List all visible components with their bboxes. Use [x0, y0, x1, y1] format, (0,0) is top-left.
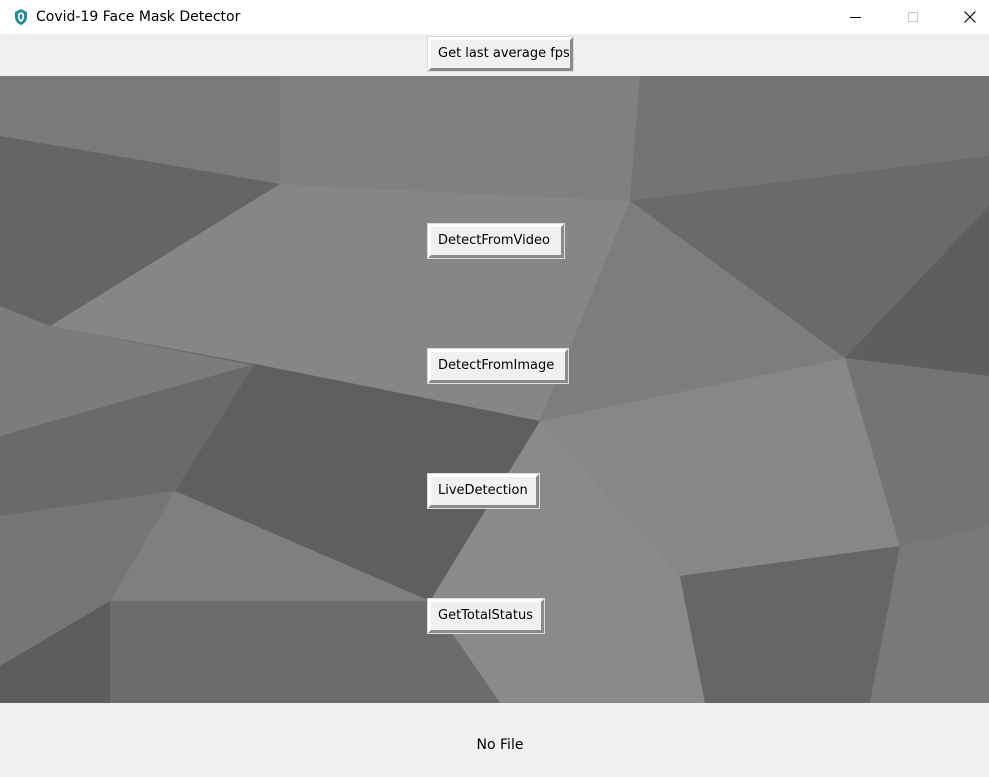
app-window: Covid-19 Face Mask Detector Get last ave…	[0, 0, 989, 777]
title-bar[interactable]: Covid-19 Face Mask Detector	[0, 0, 989, 34]
file-status-label: No File	[476, 737, 524, 753]
close-button[interactable]	[941, 0, 989, 34]
close-icon	[964, 11, 976, 23]
maximize-icon	[908, 12, 918, 22]
top-toolbar: Get last average fps	[0, 34, 989, 76]
detect-from-image-button[interactable]: DetectFromImage	[427, 348, 569, 384]
window-title: Covid-19 Face Mask Detector	[36, 9, 241, 25]
minimize-button[interactable]	[826, 0, 884, 34]
minimize-icon	[849, 16, 861, 18]
detect-from-video-button[interactable]: DetectFromVideo	[427, 223, 565, 259]
app-shield-icon	[15, 9, 27, 25]
get-average-fps-button[interactable]: Get last average fps	[427, 36, 574, 72]
live-detection-button[interactable]: LiveDetection	[427, 473, 540, 509]
maximize-button[interactable]	[884, 0, 942, 34]
get-total-status-button[interactable]: GetTotalStatus	[427, 598, 545, 634]
background-canvas: DetectFromVideo DetectFromImage LiveDete…	[0, 76, 989, 703]
status-area: No File	[0, 703, 989, 777]
